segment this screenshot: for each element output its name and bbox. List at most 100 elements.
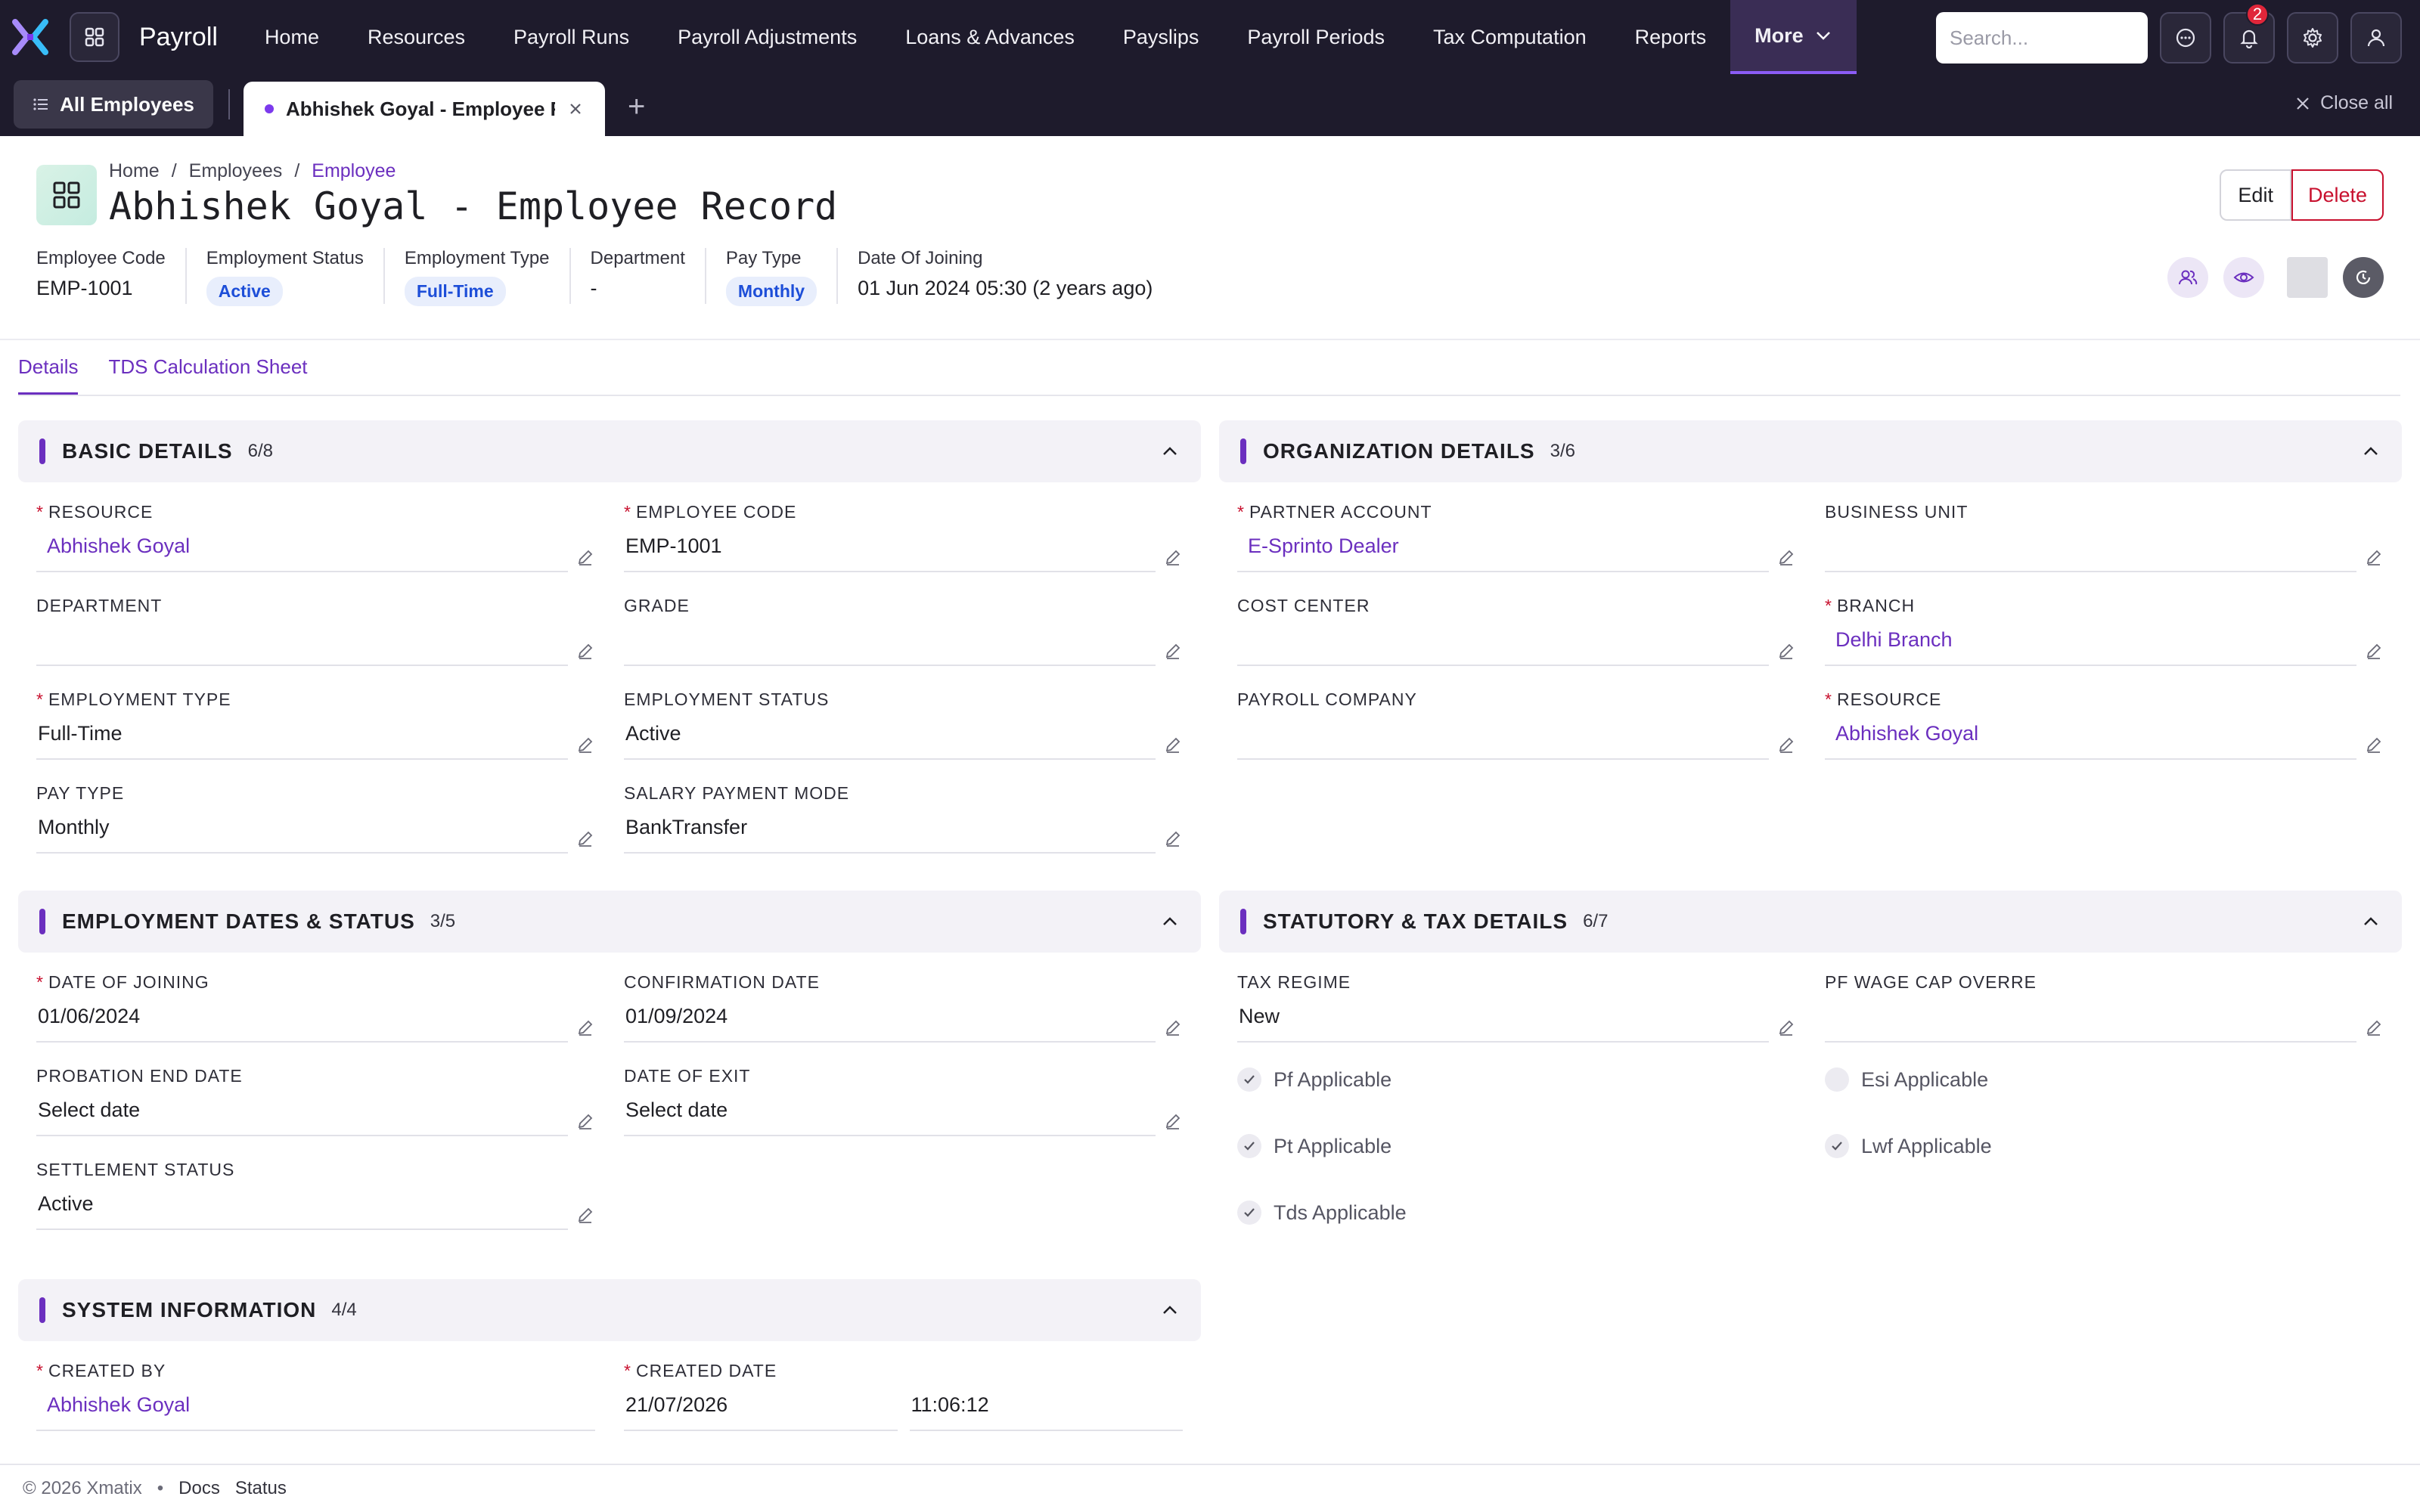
close-all-tabs-button[interactable]: Close all xyxy=(2294,92,2393,114)
pf-wage-cap-field[interactable] xyxy=(1825,1005,2356,1043)
checkbox-pf-applicable[interactable]: Pf Applicable xyxy=(1237,1046,1796,1113)
pencil-icon[interactable] xyxy=(1163,1111,1183,1131)
placeholder-avatar[interactable] xyxy=(2287,257,2328,298)
breadcrumb-home[interactable]: Home xyxy=(109,160,160,182)
pay-type-field[interactable]: Monthly xyxy=(36,816,568,854)
section-header[interactable]: BASIC DETAILS 6/8 xyxy=(18,420,1201,482)
tax-regime-field[interactable]: New xyxy=(1237,1005,1769,1043)
xmatix-logo-icon[interactable] xyxy=(9,16,51,58)
grade-field[interactable] xyxy=(624,628,1156,666)
nav-item-payroll-runs[interactable]: Payroll Runs xyxy=(489,0,653,74)
pencil-icon[interactable] xyxy=(576,829,595,848)
nav-item-payroll-adjustments[interactable]: Payroll Adjustments xyxy=(653,0,881,74)
edit-button[interactable]: Edit xyxy=(2220,169,2291,221)
breadcrumb-employees[interactable]: Employees xyxy=(189,160,283,182)
chevron-up-icon[interactable] xyxy=(1159,910,1181,933)
pencil-icon[interactable] xyxy=(1163,735,1183,754)
pencil-icon[interactable] xyxy=(2364,641,2384,661)
pencil-icon[interactable] xyxy=(1163,829,1183,848)
history-button[interactable] xyxy=(2343,257,2384,298)
checkbox[interactable] xyxy=(1825,1067,1849,1092)
nav-item-payroll-periods[interactable]: Payroll Periods xyxy=(1223,0,1409,74)
section-header[interactable]: ORGANIZATION DETAILS 3/6 xyxy=(1219,420,2402,482)
footer-status-link[interactable]: Status xyxy=(235,1478,287,1499)
tab-details[interactable]: Details xyxy=(18,355,79,395)
settlement-status-field[interactable]: Active xyxy=(36,1192,568,1230)
tab-tds-calculation-sheet[interactable]: TDS Calculation Sheet xyxy=(108,355,307,395)
payroll-company-field[interactable] xyxy=(1237,722,1769,760)
resource-lookup[interactable]: Abhishek Goyal xyxy=(36,534,568,572)
footer-docs-link[interactable]: Docs xyxy=(178,1478,220,1499)
nav-item-tax-computation[interactable]: Tax Computation xyxy=(1409,0,1611,74)
pencil-icon[interactable] xyxy=(1163,547,1183,567)
pencil-icon[interactable] xyxy=(1776,1018,1796,1037)
checkbox-esi-applicable[interactable]: Esi Applicable xyxy=(1825,1046,2384,1113)
pencil-icon[interactable] xyxy=(2364,735,2384,754)
partner-account-lookup[interactable]: E-Sprinto Dealer xyxy=(1237,534,1769,572)
pencil-icon[interactable] xyxy=(1776,735,1796,754)
probation-end-date-field[interactable]: Select date xyxy=(36,1098,568,1136)
created-by-lookup[interactable]: Abhishek Goyal xyxy=(36,1393,595,1431)
created-time-field[interactable]: 11:06:12 xyxy=(909,1393,1183,1431)
pencil-icon[interactable] xyxy=(576,1018,595,1037)
tab-all-employees[interactable]: All Employees xyxy=(14,80,213,129)
nav-item-reports[interactable]: Reports xyxy=(1611,0,1731,74)
pencil-icon[interactable] xyxy=(576,1111,595,1131)
section-header[interactable]: STATUTORY & TAX DETAILS 6/7 xyxy=(1219,891,2402,953)
employee-code-field[interactable]: EMP-1001 xyxy=(624,534,1156,572)
date-of-joining-field[interactable]: 01/06/2024 xyxy=(36,1005,568,1043)
nav-more-menu[interactable]: More xyxy=(1730,0,1857,74)
chat-button[interactable] xyxy=(2160,12,2211,64)
cost-center-field[interactable] xyxy=(1237,628,1769,666)
pencil-icon[interactable] xyxy=(576,735,595,754)
employment-type-field[interactable]: Full-Time xyxy=(36,722,568,760)
section-header[interactable]: EMPLOYMENT DATES & STATUS 3/5 xyxy=(18,891,1201,953)
settings-button[interactable] xyxy=(2287,12,2338,64)
nav-item-payslips[interactable]: Payslips xyxy=(1099,0,1224,74)
date-of-exit-field[interactable]: Select date xyxy=(624,1098,1156,1136)
profile-button[interactable] xyxy=(2350,12,2402,64)
add-tab-button[interactable]: + xyxy=(628,90,645,124)
checkbox[interactable] xyxy=(1237,1067,1261,1092)
delete-button[interactable]: Delete xyxy=(2291,169,2384,221)
app-title[interactable]: Payroll xyxy=(139,23,218,52)
pencil-icon[interactable] xyxy=(2364,547,2384,567)
search-input[interactable] xyxy=(1936,12,2148,64)
checkbox[interactable] xyxy=(1237,1201,1261,1225)
checkbox-tds-applicable[interactable]: Tds Applicable xyxy=(1237,1179,1796,1246)
section-header[interactable]: SYSTEM INFORMATION 4/4 xyxy=(18,1279,1201,1341)
salary-payment-mode-field[interactable]: BankTransfer xyxy=(624,816,1156,854)
checkbox-pt-applicable[interactable]: Pt Applicable xyxy=(1237,1113,1796,1179)
pencil-icon[interactable] xyxy=(1776,547,1796,567)
pencil-icon[interactable] xyxy=(1163,641,1183,661)
pencil-icon[interactable] xyxy=(1776,641,1796,661)
branch-lookup[interactable]: Delhi Branch xyxy=(1825,628,2356,666)
pencil-icon[interactable] xyxy=(1163,1018,1183,1037)
watch-button[interactable] xyxy=(2223,257,2264,298)
close-icon[interactable] xyxy=(567,101,584,117)
chevron-up-icon[interactable] xyxy=(1159,440,1181,463)
nav-item-home[interactable]: Home xyxy=(240,0,343,74)
nav-item-loans-advances[interactable]: Loans & Advances xyxy=(881,0,1099,74)
business-unit-field[interactable] xyxy=(1825,534,2356,572)
checkbox[interactable] xyxy=(1237,1134,1261,1158)
confirmation-date-field[interactable]: 01/09/2024 xyxy=(624,1005,1156,1043)
created-date-field[interactable]: 21/07/2026 xyxy=(624,1393,898,1431)
tab-employee-record[interactable]: Abhishek Goyal - Employee Record xyxy=(244,82,605,136)
checkbox-lwf-applicable[interactable]: Lwf Applicable xyxy=(1825,1113,2384,1179)
checkbox[interactable] xyxy=(1825,1134,1849,1158)
org-resource-lookup[interactable]: Abhishek Goyal xyxy=(1825,722,2356,760)
chevron-up-icon[interactable] xyxy=(1159,1299,1181,1321)
chevron-up-icon[interactable] xyxy=(2360,440,2382,463)
chevron-up-icon[interactable] xyxy=(2360,910,2382,933)
notifications-button[interactable]: 2 xyxy=(2223,3,2275,64)
pencil-icon[interactable] xyxy=(576,641,595,661)
app-grid-button[interactable] xyxy=(70,12,119,62)
nav-item-resources[interactable]: Resources xyxy=(343,0,489,74)
followers-button[interactable] xyxy=(2167,257,2208,298)
pencil-icon[interactable] xyxy=(576,1205,595,1225)
pencil-icon[interactable] xyxy=(576,547,595,567)
department-field[interactable] xyxy=(36,628,568,666)
employment-status-field[interactable]: Active xyxy=(624,722,1156,760)
pencil-icon[interactable] xyxy=(2364,1018,2384,1037)
